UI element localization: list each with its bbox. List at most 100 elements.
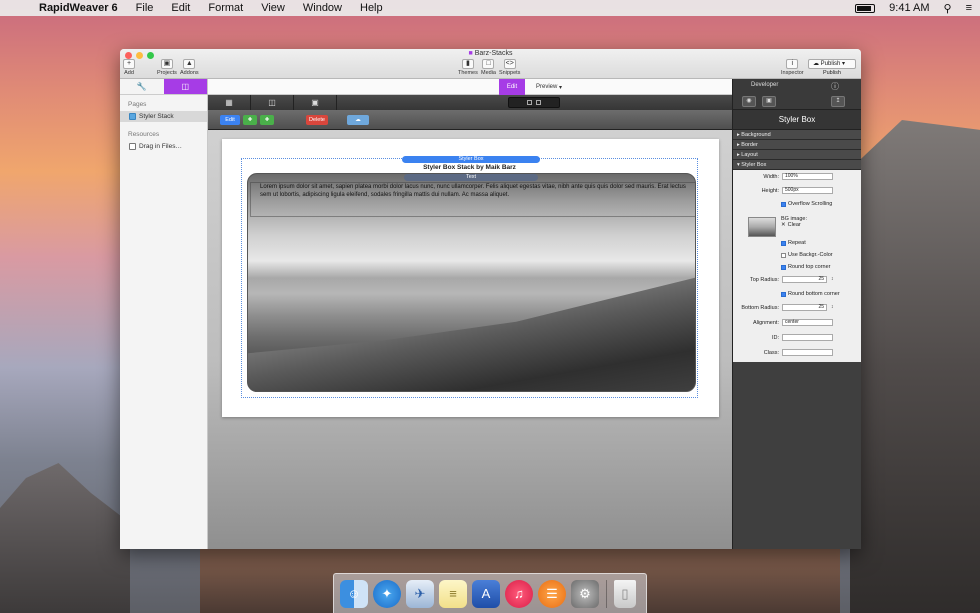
themes-button[interactable]: ▮ Themes <box>458 59 478 76</box>
lorem-text[interactable]: Lorem ipsum dolor sit amet, sapien plate… <box>260 184 690 199</box>
menu-app-name[interactable]: RapidWeaver 6 <box>30 2 127 14</box>
page-icon <box>129 113 136 120</box>
sidebar-item-drag-files[interactable]: Drag in Files… <box>120 141 207 152</box>
edit-mode-button[interactable]: Edit <box>499 79 525 95</box>
dock-separator <box>606 579 607 608</box>
top-radius-stepper[interactable]: ↕ <box>831 276 834 282</box>
class-field[interactable] <box>782 349 833 356</box>
export-icon[interactable]: ↥ <box>831 96 845 107</box>
use-backgr-color-checkbox[interactable]: Use Backgr.-Color <box>781 252 833 258</box>
ibooks-icon[interactable]: ☰ <box>538 579 566 608</box>
top-radius-field[interactable]: 25 <box>782 276 827 283</box>
publish-button[interactable]: ☁ Publish ▾ <box>808 59 856 69</box>
clock[interactable]: 9:41 AM <box>889 2 929 14</box>
stacks-toolbar: Edit ✚ ✚ Delete ☁ <box>208 110 732 130</box>
library-images-icon[interactable]: ▣ <box>294 95 337 110</box>
eye-icon[interactable]: ◉ <box>742 96 756 107</box>
styler-box-tag[interactable]: Styler Box <box>402 156 540 163</box>
id-field[interactable] <box>782 334 833 341</box>
round-top-checkbox[interactable]: Round top corner <box>781 264 831 270</box>
sidebar-item-label: Drag in Files… <box>139 143 182 150</box>
toggle-right-icon <box>536 100 541 105</box>
alignment-label: Alignment: <box>753 320 779 326</box>
add-label: Add <box>124 70 134 76</box>
bottom-radius-stepper[interactable]: ↕ <box>831 304 834 310</box>
height-label: Height: <box>761 188 779 194</box>
repeat-checkbox[interactable]: Repeat <box>781 240 806 246</box>
height-field[interactable]: 500px <box>782 187 833 194</box>
addons-button[interactable]: ▲ Addons <box>180 59 199 76</box>
bottom-radius-field[interactable]: 25 <box>782 304 827 311</box>
plus-icon: + <box>123 59 135 69</box>
menu-format[interactable]: Format <box>199 2 252 14</box>
media-label: Media <box>481 70 496 76</box>
trash-icon[interactable]: ▯ <box>614 579 636 608</box>
section-border[interactable]: ▸ Border <box>733 140 861 150</box>
window-title: ■ Barz-Stacks <box>120 50 861 57</box>
tab-settings[interactable]: 🔧 <box>120 79 164 94</box>
round-bottom-checkbox[interactable]: Round bottom corner <box>781 291 840 297</box>
pages-icon: ◫ <box>181 82 190 91</box>
section-background[interactable]: ▸ Background <box>733 130 861 140</box>
sidebar-item-styler-stack[interactable]: Styler Stack <box>120 111 207 122</box>
toggle-left-icon <box>527 100 532 105</box>
disclosure-right-icon: ▸ <box>737 141 740 148</box>
stack-title: Styler Box Stack by Maik Barz <box>423 164 516 171</box>
styler-box-stack[interactable]: Styler Box Lorem ipsum dolor sit amet, s… <box>241 156 698 398</box>
bottom-radius-label: Bottom Radius: <box>741 305 779 311</box>
info-icon[interactable]: ⓘ <box>831 81 839 92</box>
safari-icon[interactable]: ✦ <box>373 579 401 608</box>
menu-help[interactable]: Help <box>351 2 392 14</box>
overflow-checkbox[interactable]: Overflow Scrolling <box>781 201 832 207</box>
inspector-button[interactable]: i Inspector <box>781 59 804 76</box>
snippets-button[interactable]: <> Snippets <box>499 59 520 76</box>
system-preferences-icon[interactable]: ⚙ <box>571 579 599 608</box>
wallpaper-mountain-right <box>850 120 980 613</box>
projects-icon: ▣ <box>160 59 173 69</box>
add-stack-icon[interactable]: ✚ <box>243 114 257 125</box>
spotlight-search-icon[interactable]: ⚲ <box>944 2 952 15</box>
projects-button[interactable]: ▣ Projects <box>157 59 177 76</box>
stack-edit-button[interactable]: Edit <box>220 114 240 125</box>
view-toggle[interactable] <box>508 97 560 108</box>
tab-pages[interactable]: ◫ <box>163 79 207 94</box>
menu-view[interactable]: View <box>252 2 294 14</box>
alignment-field[interactable]: center <box>782 319 833 326</box>
menu-window[interactable]: Window <box>294 2 351 14</box>
library-stacks-icon[interactable]: ▦ <box>208 95 251 110</box>
notes-icon[interactable]: ≡ <box>439 579 467 608</box>
inspector-panel: Developer ⓘ ◉ ▣ ↥ Styler Box ▸ Backgroun… <box>732 79 861 549</box>
library-templates-icon[interactable]: ◫ <box>251 95 294 110</box>
checkbox-label: Repeat <box>788 240 806 246</box>
class-label: Class: <box>763 350 779 356</box>
section-styler-box[interactable]: ▾ Styler Box <box>733 160 861 170</box>
bg-image-well[interactable] <box>748 217 776 237</box>
delete-button[interactable]: Delete <box>306 114 328 125</box>
menu-edit[interactable]: Edit <box>162 2 199 14</box>
section-layout[interactable]: ▸ Layout <box>733 150 861 160</box>
app-window: ■ Barz-Stacks + Add ▣ Projects ▲ Addons ▮ Th… <box>120 49 861 549</box>
text-tag[interactable]: Text <box>404 174 538 181</box>
mail-icon[interactable]: ✈ <box>406 579 434 608</box>
lock-icon[interactable]: ▣ <box>762 96 776 107</box>
cloud-icon[interactable]: ☁ <box>347 114 369 125</box>
menu-file[interactable]: File <box>127 2 163 14</box>
notification-center-icon[interactable]: ≡ <box>966 2 972 14</box>
checkbox-label: Round top corner <box>788 264 831 270</box>
finder-icon[interactable]: ☺ <box>340 579 368 608</box>
app-store-icon[interactable]: A <box>472 579 500 608</box>
preview-label: Preview <box>535 84 558 90</box>
add-button[interactable]: + Add <box>123 59 135 76</box>
itunes-icon[interactable]: ♫ <box>505 579 533 608</box>
title-bar: ■ Barz-Stacks + Add ▣ Projects ▲ Addons ▮ Th… <box>120 49 861 79</box>
duplicate-stack-icon[interactable]: ✚ <box>260 114 274 125</box>
media-button[interactable]: □ Media <box>481 59 496 76</box>
width-field[interactable]: 100% <box>782 173 833 180</box>
battery-icon[interactable] <box>855 3 876 13</box>
publish-button-text: Publish <box>820 61 841 67</box>
clear-bg-button[interactable]: ✕ Clear <box>781 222 801 228</box>
themes-icon: ▮ <box>461 59 474 69</box>
preview-mode-button[interactable]: Preview ▾ <box>530 79 568 95</box>
info-icon: i <box>786 59 799 69</box>
checkbox-label: Round bottom corner <box>788 291 840 297</box>
